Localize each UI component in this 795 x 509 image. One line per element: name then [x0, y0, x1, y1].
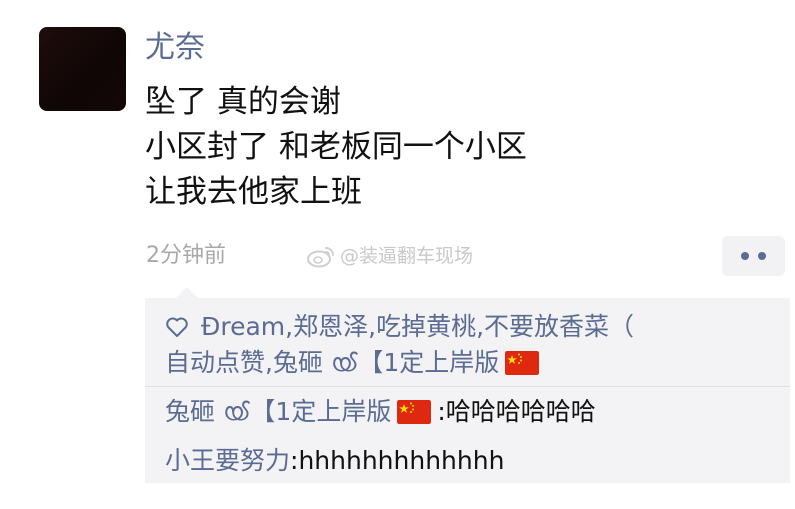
likes-list: Ðream, 郑恩泽, 吃掉黄桃, 不要放香菜（ 自动点赞, 兔砸 ൕ【1定上岸…	[165, 309, 777, 381]
liker-name[interactable]: 不要放香菜（	[484, 309, 634, 345]
liker-name[interactable]: 吃掉黄桃	[376, 309, 476, 345]
china-flag-icon	[397, 400, 432, 424]
watermark: @装逼翻车现场	[306, 240, 473, 272]
post-line: 小区封了 和老板同一个小区	[145, 129, 527, 165]
liker-name[interactable]: 自动点赞	[165, 345, 265, 381]
more-dot-icon	[741, 252, 749, 260]
comment-colon: :	[290, 446, 299, 475]
interaction-panel: Ðream, 郑恩泽, 吃掉黄桃, 不要放香菜（ 自动点赞, 兔砸 ൕ【1定上岸…	[145, 287, 790, 483]
heart-icon	[166, 317, 188, 337]
comment-item[interactable]: 小王要努力 : hhhhhhhhhhhhh	[165, 443, 504, 479]
post-timestamp: 2分钟前	[146, 243, 226, 268]
post-line: 让我去他家上班	[145, 174, 362, 210]
comment-text: hhhhhhhhhhhhh	[298, 446, 505, 475]
likes-line-2: 自动点赞, 兔砸 ൕ【1定上岸版	[165, 345, 777, 381]
post-line: 坠了 真的会谢	[145, 84, 341, 120]
comment-colon: :	[437, 397, 446, 426]
liker-name[interactable]: 郑恩泽	[293, 309, 368, 345]
divider	[145, 386, 790, 387]
comment-item[interactable]: 兔砸 ൕ【1定上岸版 : 哈哈哈哈哈哈	[165, 394, 596, 430]
watermark-text: @装逼翻车现场	[340, 245, 474, 267]
comment-author[interactable]: 兔砸 ൕ【1定上岸版	[165, 394, 391, 430]
likes-line-1: Ðream, 郑恩泽, 吃掉黄桃, 不要放香菜（	[165, 309, 777, 345]
comment-author[interactable]: 小王要努力	[165, 443, 290, 479]
china-flag-icon	[505, 351, 540, 375]
more-dot-icon	[758, 252, 766, 260]
post-content: 坠了 真的会谢 小区封了 和老板同一个小区 让我去他家上班	[145, 80, 527, 215]
more-options-button[interactable]	[722, 236, 785, 276]
post-username[interactable]: 尤奈	[145, 28, 205, 68]
avatar[interactable]	[39, 27, 126, 111]
comment-text: 哈哈哈哈哈哈	[445, 397, 596, 426]
weibo-logo-icon	[307, 247, 334, 268]
liker-name[interactable]: Ðream	[201, 309, 285, 345]
liker-name[interactable]: 兔砸 ൕ【1定上岸版	[273, 345, 499, 381]
